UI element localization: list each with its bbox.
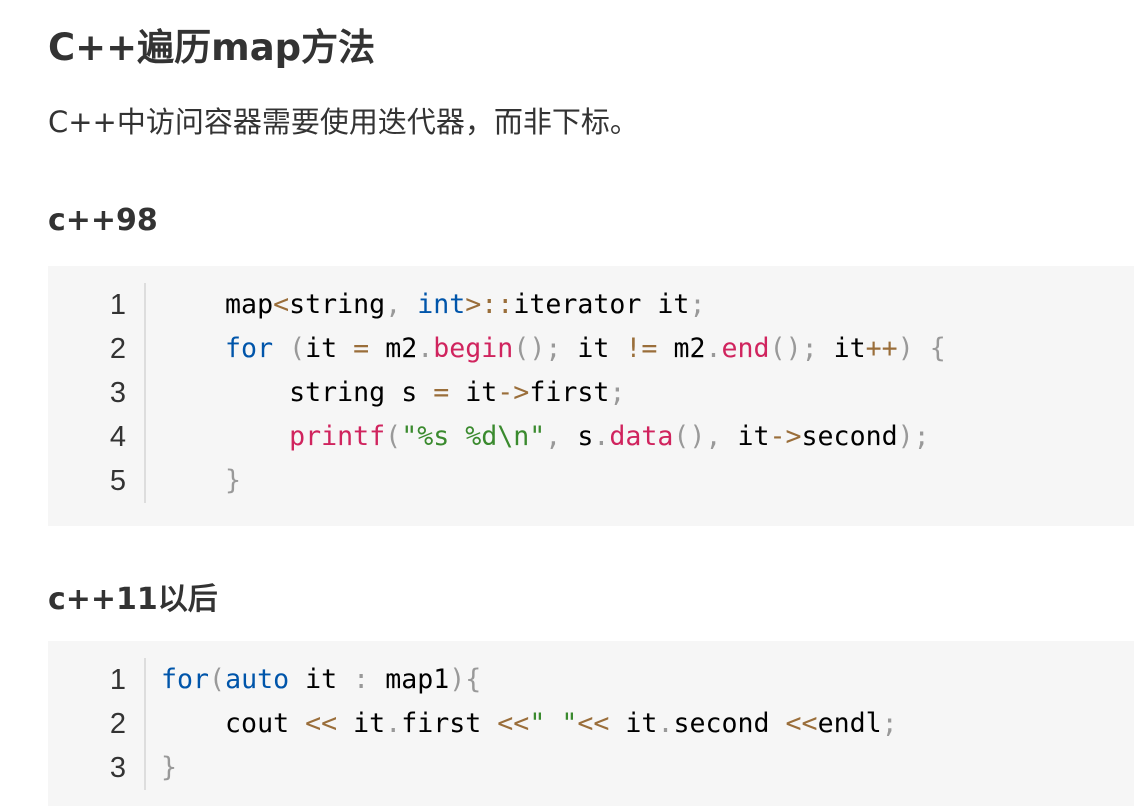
line-number: 2 — [109, 708, 126, 740]
page-title: C++遍历map方法 — [48, 26, 376, 69]
code-line: cout << it.first <<" "<< it.second <<end… — [225, 708, 898, 739]
code-line: } — [161, 752, 178, 783]
code-line: for (it = m2.begin(); it != m2.end(); it… — [225, 333, 946, 364]
code-line: map<string, int>::iterator it; — [225, 289, 706, 320]
line-number: 3 — [109, 377, 126, 409]
code-line: for(auto it : map1){ — [161, 664, 482, 695]
line-number: 1 — [109, 664, 126, 696]
code-line: } — [225, 465, 242, 496]
line-number: 4 — [109, 421, 126, 453]
intro-paragraph: C++中访问容器需要使用迭代器，而非下标。 — [48, 105, 639, 139]
line-number: 2 — [109, 333, 126, 365]
code-line: string s = it->first; — [289, 377, 626, 408]
code-line: printf("%s %d\n", s.data(), it->second); — [289, 421, 930, 452]
line-number-gutter: 1 2 3 — [48, 658, 146, 790]
code-block-cpp98: 12345 map<string, int>::iterator it; for… — [48, 266, 1134, 526]
line-number-gutter: 1 2 3 4 5 — [48, 283, 146, 503]
code-content: for(auto it : map1){ cout << it.first <<… — [161, 658, 898, 790]
line-number: 3 — [109, 752, 126, 784]
code-block-cpp11: 1 2 3 for(auto it : map1){ cout << it.firs… — [48, 641, 1134, 806]
section-heading-cpp98: c++98 — [48, 203, 158, 238]
section-heading-cpp11: c++11以后 — [48, 582, 218, 617]
code-content: map<string, int>::iterator it; for (it =… — [161, 283, 946, 503]
line-number: 5 — [109, 465, 126, 497]
line-number: 1 — [109, 289, 126, 321]
